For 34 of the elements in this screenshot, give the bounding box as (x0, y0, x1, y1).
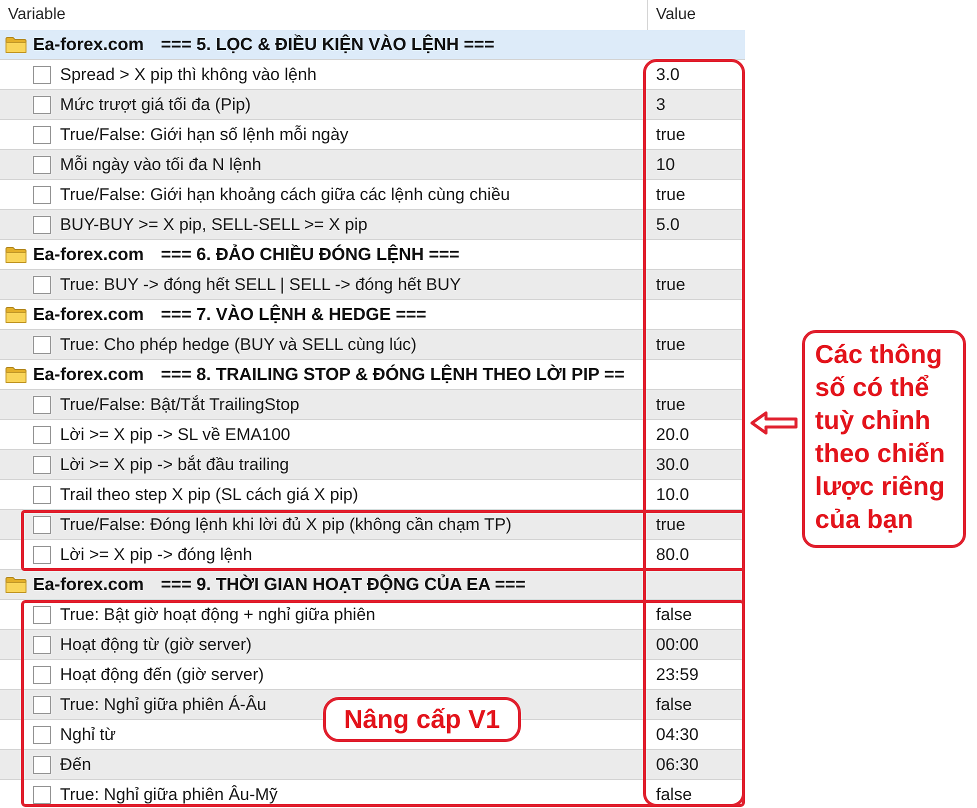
parameter-name: Trail theo step X pip (SL cách giá X pip) (60, 484, 358, 504)
parameter-name: Nghỉ từ (60, 724, 116, 744)
parameter-name: True/False: Giới hạn số lệnh mỗi ngày (60, 124, 348, 144)
upgrade-note-tooltip: Nâng cấp V1 (323, 697, 521, 742)
column-header: Variable (7, 5, 67, 25)
parameter-name: True/False: Bật/Tắt TrailingStop (60, 394, 300, 414)
parameter-name: True/False: Giới hạn khoảng cách giữa các lệnh cùng chiều (60, 184, 510, 204)
group-label: Ea-forex.com (33, 244, 144, 265)
parameter-name: BUY-BUY >= X pip, SELL-SELL >= X pip (60, 214, 368, 234)
group-label: Ea-forex.com (33, 34, 144, 55)
parameter-name: Lời >= X pip -> đóng lệnh (60, 544, 252, 564)
parameter-name: Lời >= X pip -> SL về EMA100 (60, 424, 290, 444)
parameter-name: Đến (60, 754, 92, 774)
group-label: Ea-forex.com (33, 304, 144, 325)
callout-note: Các thông số có thể tuỳ chỉnh theo chiến lược riêng của bạn (802, 330, 966, 548)
parameter-name: True/False: Đóng lệnh khi lời đủ X pip (không cần chạm TP) (60, 514, 512, 534)
parameter-name: True: Cho phép hedge (BUY và SELL cùng lúc) (60, 334, 417, 354)
group-title: === 6. ĐẢO CHIỀU ĐÓNG LỆNH === (160, 244, 460, 265)
parameter-name: Hoạt động từ (giờ server) (60, 634, 252, 654)
group-title: === 5. LỌC & ĐIỀU KIỆN VÀO LỆNH === (160, 34, 494, 55)
group-title: === 7. VÀO LỆNH & HEDGE === (160, 304, 426, 325)
group-label: Ea-forex.com (33, 364, 144, 385)
parameter-name: Mỗi ngày vào tối đa N lệnh (60, 154, 262, 174)
parameter-name: True: Bật giờ hoạt động + nghỉ giữa phiên (60, 604, 376, 624)
parameter-name: True: Nghỉ giữa phiên Âu-Mỹ (60, 784, 278, 804)
parameter-name: Hoạt động đến (giờ server) (60, 664, 264, 684)
parameter-name: Mức trượt giá tối đa (Pip) (60, 94, 251, 114)
group-title: === 8. TRAILING STOP & ĐÓNG LỆNH THEO LỜI PIP == (160, 364, 625, 385)
group-title: === 9. THỜI GIAN HOẠT ĐỘNG CỦA EA === (160, 574, 526, 595)
group-label: Ea-forex.com (33, 574, 144, 595)
parameter-name: True: Nghỉ giữa phiên Á-Âu (60, 694, 266, 714)
parameter-name: True: BUY -> đóng hết SELL | SELL -> đóng hết BUY (60, 274, 462, 294)
parameter-name: Spread > X pip thì không vào lệnh (60, 64, 317, 84)
parameter-name: Lời >= X pip -> bắt đầu trailing (60, 454, 289, 474)
